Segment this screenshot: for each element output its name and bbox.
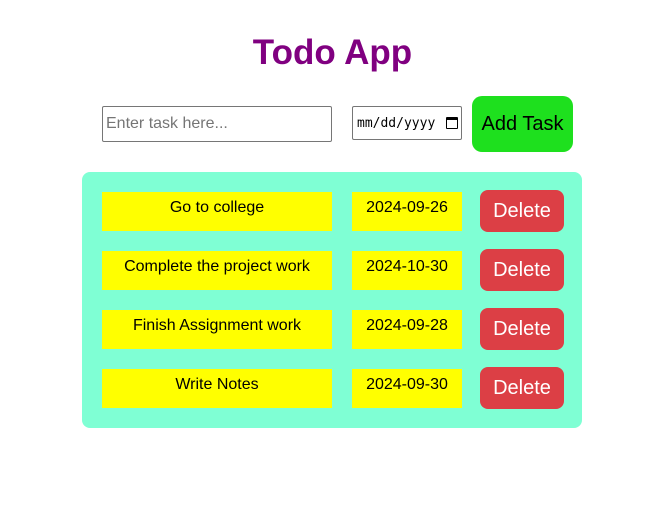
- task-date: 2024-10-30: [352, 251, 462, 290]
- delete-button[interactable]: Delete: [480, 190, 564, 232]
- task-date: 2024-09-30: [352, 369, 462, 408]
- task-row: Finish Assignment work 2024-09-28 Delete: [82, 308, 582, 352]
- add-task-button[interactable]: Add Task: [472, 96, 573, 152]
- task-input[interactable]: [102, 106, 332, 142]
- task-name: Finish Assignment work: [102, 310, 332, 349]
- task-row: Complete the project work 2024-10-30 Del…: [82, 249, 582, 293]
- task-row: Go to college 2024-09-26 Delete: [82, 190, 582, 234]
- task-name: Complete the project work: [102, 251, 332, 290]
- calendar-icon[interactable]: [446, 117, 458, 129]
- task-date: 2024-09-28: [352, 310, 462, 349]
- date-input-placeholder: mm/dd/yyyy: [357, 115, 436, 131]
- task-name: Write Notes: [102, 369, 332, 408]
- task-list: Go to college 2024-09-26 Delete Complete…: [82, 172, 582, 428]
- delete-button[interactable]: Delete: [480, 367, 564, 409]
- todo-page: Todo App mm/dd/yyyy Add Task Go to colle…: [0, 0, 671, 505]
- delete-button[interactable]: Delete: [480, 308, 564, 350]
- task-date: 2024-09-26: [352, 192, 462, 231]
- task-row: Write Notes 2024-09-30 Delete: [82, 367, 582, 411]
- delete-button[interactable]: Delete: [480, 249, 564, 291]
- page-title: Todo App: [252, 33, 413, 72]
- date-input[interactable]: mm/dd/yyyy: [352, 106, 462, 140]
- task-name: Go to college: [102, 192, 332, 231]
